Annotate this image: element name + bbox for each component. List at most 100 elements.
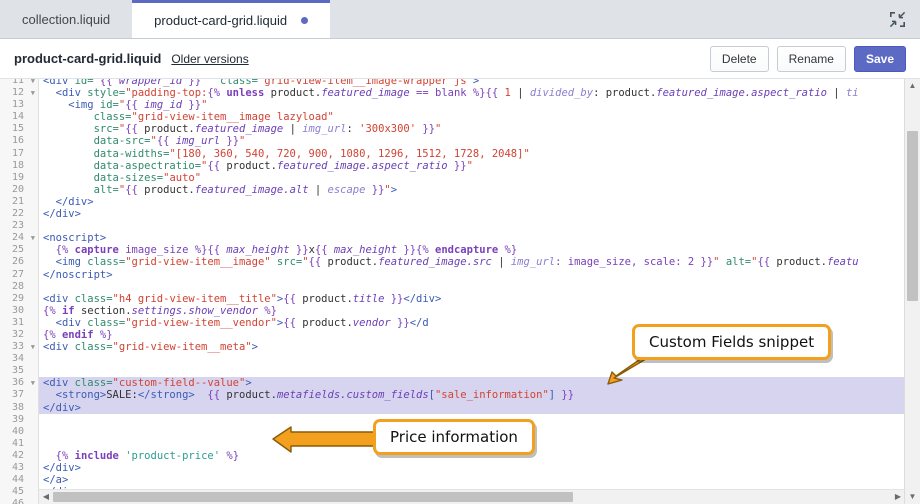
code-line[interactable]: </div>	[39, 401, 920, 414]
code-line[interactable]: </noscript>	[39, 269, 920, 281]
line-number: 13	[11, 99, 24, 111]
fold-toggle-icon[interactable]: ▼	[31, 79, 35, 87]
line-number: 38	[11, 401, 24, 413]
fold-toggle-icon[interactable]: ▼	[31, 87, 35, 99]
code-token: }}	[390, 316, 410, 329]
code-token: image_size %}	[118, 244, 208, 257]
code-token: <img	[43, 256, 88, 269]
code-token: <div	[43, 316, 88, 329]
code-line[interactable]: <div id="{{ wrapper_id }}" class="grid-v…	[39, 79, 920, 87]
code-line[interactable]: </div>	[39, 462, 920, 474]
line-number: 30	[11, 304, 24, 316]
scroll-up-arrow-icon[interactable]: ▲	[905, 79, 920, 93]
code-line[interactable]: src= " {{ product.featured_image | img_url…	[39, 123, 920, 135]
tab-product-card-grid-liquid[interactable]: product-card-grid.liquid	[132, 0, 331, 38]
tab-collection-liquid[interactable]: collection.liquid	[0, 0, 132, 38]
code-line[interactable]: </div>	[39, 196, 920, 208]
code-line[interactable]: data-sizes="auto"	[39, 172, 920, 184]
code-line[interactable]: </a>	[39, 474, 920, 486]
scroll-right-arrow-icon[interactable]: ▶	[891, 490, 905, 503]
line-number: 41	[11, 437, 24, 449]
code-line[interactable]: class="grid-view-item__image lazyload"	[39, 111, 920, 123]
line-number: 46	[11, 498, 24, 504]
code-line[interactable]: <div class="custom-field--value">	[39, 377, 920, 390]
code-token: "padding-top:	[125, 87, 208, 100]
code-token: wrapper_id	[118, 79, 183, 87]
code-token: product.	[226, 389, 277, 402]
fold-toggle-icon[interactable]: ▼	[31, 232, 35, 244]
code-token: </div>	[43, 208, 81, 221]
code-token: "	[201, 99, 208, 112]
code-line[interactable]: <img id="{{ img_id }}"	[39, 99, 920, 111]
code-line[interactable]: <noscript>	[39, 232, 920, 244]
code-token: alt=	[93, 183, 119, 196]
code-line[interactable]: alt="{{ product.featured_image.alt | esc…	[39, 184, 920, 196]
fold-toggle-icon[interactable]: ▼	[31, 341, 35, 353]
code-line[interactable]: data-src="{{ img_url }}"	[39, 135, 920, 147]
code-token: </div>	[43, 195, 94, 208]
line-number: 45	[11, 486, 24, 498]
code-line[interactable]: </div>	[39, 208, 920, 220]
line-number: 25	[11, 244, 24, 256]
code-line[interactable]: {% capture image_size %}{{ max_height }}…	[39, 244, 920, 256]
code-token: src=	[270, 256, 303, 269]
rename-button[interactable]: Rename	[776, 45, 846, 72]
code-token: "grid-view-item__image-wrapper js"	[257, 79, 473, 87]
vertical-scrollbar[interactable]: ▲ ▼	[904, 79, 920, 504]
line-number: 28	[11, 280, 24, 292]
scroll-down-arrow-icon[interactable]: ▼	[905, 490, 920, 504]
save-button[interactable]: Save	[853, 45, 906, 72]
code-line[interactable]: <div style="padding-top:{% unless produc…	[39, 87, 920, 99]
code-token: {{	[125, 183, 145, 196]
code-token: product.	[144, 183, 195, 196]
code-token: {%	[43, 304, 62, 317]
older-versions-link[interactable]: Older versions	[171, 52, 248, 66]
horizontal-scrollbar-thumb[interactable]	[53, 492, 573, 502]
collapse-arrows-icon[interactable]	[874, 0, 920, 38]
code-token: product.	[264, 87, 322, 100]
code-token: alt=	[719, 256, 752, 269]
code-token: product.	[226, 159, 277, 172]
code-token: "	[239, 135, 246, 148]
code-line[interactable]: <img class="grid-view-item__image" src="…	[39, 256, 920, 268]
code-line[interactable]: data-aspectratio= " {{ product.featured_im…	[39, 160, 920, 172]
code-token: }}	[182, 99, 202, 112]
price-information-callout: Price information	[373, 419, 535, 455]
code-token: : product.	[593, 87, 657, 100]
code-line[interactable]	[39, 365, 920, 377]
code-token: data-widths=	[93, 147, 170, 160]
line-number: 15	[11, 123, 24, 135]
code-token: %}	[257, 304, 277, 317]
code-line[interactable]	[39, 281, 920, 293]
scroll-left-arrow-icon[interactable]: ◀	[39, 490, 53, 503]
code-token: <div	[43, 79, 75, 87]
code-token: }}	[384, 292, 404, 305]
code-token: unless	[226, 87, 265, 100]
line-number: 23	[11, 220, 24, 232]
code-token: class=	[74, 377, 113, 390]
code-line[interactable]: <div class="h4 grid-view-item__title">{{…	[39, 293, 920, 305]
line-number: 32	[11, 328, 24, 340]
line-number: 39	[11, 413, 24, 425]
code-token: </noscript>	[43, 268, 113, 281]
code-line[interactable]: <strong>SALE:</strong> {{ product.metafi…	[39, 389, 920, 402]
code-line[interactable]	[39, 220, 920, 232]
horizontal-scrollbar[interactable]: ◀ ▶	[39, 489, 905, 504]
code-line[interactable]: data-widths="[180, 360, 540, 720, 900, 1…	[39, 148, 920, 160]
line-number: 35	[11, 365, 24, 377]
code-token: "grid-view-item__vendor"	[125, 316, 277, 329]
code-token: data-sizes=	[93, 171, 164, 184]
code-line[interactable]: {% if section.settings.show_vendor %}	[39, 305, 920, 317]
delete-button[interactable]: Delete	[709, 45, 769, 72]
vertical-scrollbar-thumb[interactable]	[907, 131, 918, 301]
fold-toggle-icon[interactable]: ▼	[31, 377, 35, 389]
line-number: 29	[11, 292, 24, 304]
code-token: vendor	[352, 316, 391, 329]
line-number: 31	[11, 316, 24, 328]
file-header-bar: product-card-grid.liquid Older versions …	[0, 39, 920, 79]
code-token: "auto"	[163, 171, 202, 184]
code-token: style=	[87, 87, 126, 100]
